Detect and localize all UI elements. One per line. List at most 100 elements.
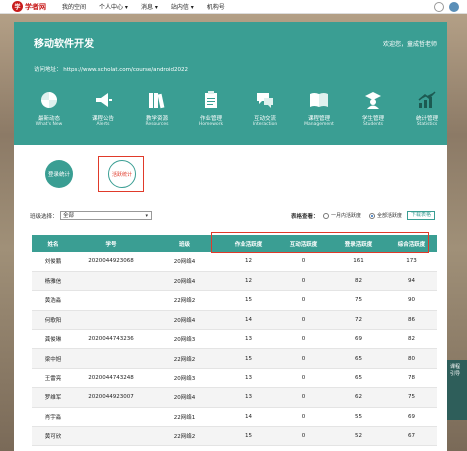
pinwheel-icon [38,89,60,111]
nav-personal-center[interactable]: 个人中心 ▾ [99,2,128,11]
nav-item-statistics[interactable]: 统计管理 Statistics [406,89,448,127]
cell-class: 20网络4 [173,395,196,402]
cell-class: 22网络1 [173,414,196,421]
table-row: 王雷亮 2020044743248 20网络3 13 0 65 78 [32,368,437,388]
cell-interaction: 0 [301,413,306,420]
cell-homework: 15 [245,433,252,440]
nav-item-management[interactable]: 课程管理 Management [298,89,340,127]
cell-login: 161 [353,258,364,265]
nav-institution[interactable]: 机构号 [207,2,225,11]
cell-student-id [74,310,148,329]
cell-name: 肖宇淼 [44,414,62,421]
cell-class: 20网络4 [173,317,196,324]
open-book-icon [308,89,330,111]
course-nav: 最新动态 What's New 课程公告 Alerts 教学资源 Resourc… [28,89,448,127]
tab-login-stats[interactable]: 登录统计 [45,160,73,188]
cell-class: 22网络2 [173,356,196,363]
course-guide-tab[interactable]: 课程 引导 [447,360,467,420]
site-logo[interactable]: 学 学者网 [12,1,46,12]
cell-interaction: 0 [301,316,306,323]
radio-all-label: 全部活跃度 [377,213,403,219]
megaphone-icon [92,89,114,111]
cell-class: 20网络4 [173,259,196,266]
cell-homework: 13 [245,336,252,343]
top-right-controls [429,2,459,12]
cell-login: 72 [355,316,362,323]
class-select-label: 班级选择： [30,214,58,220]
cell-student-id [74,271,148,290]
col-student-id[interactable]: 学号 [74,235,148,252]
nav-sublabel: Statistics [416,122,438,127]
cell-interaction: 0 [301,433,306,440]
statistics-panel: 登录统计 活跃统计 班级选择： 全部 ▾ 表格查看： 一月内活跃度 全部活跃度 … [14,145,447,451]
chevron-down-icon: ▾ [145,213,148,219]
table-row: 何歌阳 20网络4 14 0 72 86 [32,310,437,330]
download-table-button[interactable]: 下载表格 [406,211,435,220]
logo-badge: 学 [12,1,23,12]
nav-messages[interactable]: 消息 ▾ [141,2,158,11]
clipboard-icon [200,89,222,111]
course-url: 访问地址： https://www.scholat.com/course/and… [34,67,188,73]
cell-interaction: 0 [301,394,306,401]
cell-student-id: 2020044923068 [88,258,134,265]
cell-homework: 14 [245,413,252,420]
nav-sublabel: Alerts [96,122,110,127]
cell-overall: 78 [408,375,415,382]
logo-text: 学者网 [25,2,46,11]
nav-item-alerts[interactable]: 课程公告 Alerts [82,89,124,127]
cell-login: 75 [355,297,362,304]
table-row: 黄可欣 22网络2 15 0 52 67 [32,426,437,446]
col-name[interactable]: 姓名 [32,235,74,252]
table-row: 龚俊琳 2020044743236 20网络3 13 0 69 82 [32,330,437,349]
highlight-box-columns [211,232,429,253]
cell-interaction: 0 [301,355,306,362]
nav-inbox[interactable]: 站内信 ▾ [171,2,194,11]
nav-item-students[interactable]: 学生管理 Students [352,89,394,127]
table-row: 肖宇淼 22网络1 14 0 55 69 [32,407,437,427]
table-row: 梁中旭 22网络2 15 0 65 80 [32,348,437,369]
cell-name: 黄可欣 [44,434,62,441]
cell-homework: 13 [245,375,252,382]
nav-item-whats-new[interactable]: 最新动态 What's New [28,89,70,127]
radio-month-label: 一月内活跃度 [331,213,362,219]
nav-my-space[interactable]: 我的空间 [62,2,86,11]
cell-class: 22网络2 [173,434,196,441]
class-select[interactable]: 全部 ▾ [60,211,152,220]
avatar[interactable] [449,2,459,12]
table-row: 刘俊鹏 2020044923068 20网络4 12 0 161 173 [32,252,437,272]
nav-label: 作业管理 [199,116,222,122]
nav-item-homework[interactable]: 作业管理 Homework [190,89,232,127]
cell-name: 罗维军 [44,395,62,402]
nav-item-interaction[interactable]: 互动交流 Interaction [244,89,286,127]
nav-sublabel: Homework [198,122,224,127]
cell-interaction: 0 [301,336,306,343]
cell-login: 62 [355,394,362,401]
nav-label: 课程公告 [91,116,114,122]
cell-interaction: 0 [301,297,306,304]
cell-name: 刘俊鹏 [44,259,62,266]
view-label: 表格查看： [291,214,319,220]
cell-login: 52 [355,433,362,440]
nav-sublabel: What's New [35,122,63,127]
tab-activity-stats[interactable]: 活跃统计 [108,160,136,188]
cell-interaction: 0 [301,258,306,265]
chat-icon [254,89,276,111]
nav-item-resources[interactable]: 教学资源 Resources [136,89,178,127]
radio-all-activity[interactable]: 全部活跃度 [369,212,402,219]
cell-student-id [74,407,148,426]
radio-month-activity[interactable]: 一月内活跃度 [323,212,361,219]
table-row: 杨雅信 20网络4 12 0 82 94 [32,271,437,291]
cell-class: 22网络2 [173,298,196,305]
cell-overall: 86 [408,316,415,323]
nav-sublabel: Students [362,122,384,127]
cell-student-id: 2020044923007 [88,394,134,401]
cell-overall: 67 [408,433,415,440]
activity-table: 姓名 学号 班级 作业活跃度 互动活跃度 登录活跃度 综合活跃度 刘俊鹏 2020… [32,235,437,446]
radio-on-icon [369,212,375,219]
search-icon[interactable] [434,2,444,12]
cell-name: 梁中旭 [44,356,62,363]
cell-student-id [74,349,148,368]
welcome-text: 欢迎您，童成哲老师 [382,41,437,48]
top-nav: 我的空间 个人中心 ▾ 消息 ▾ 站内信 ▾ 机构号 [62,2,238,11]
cell-homework: 15 [245,297,252,304]
